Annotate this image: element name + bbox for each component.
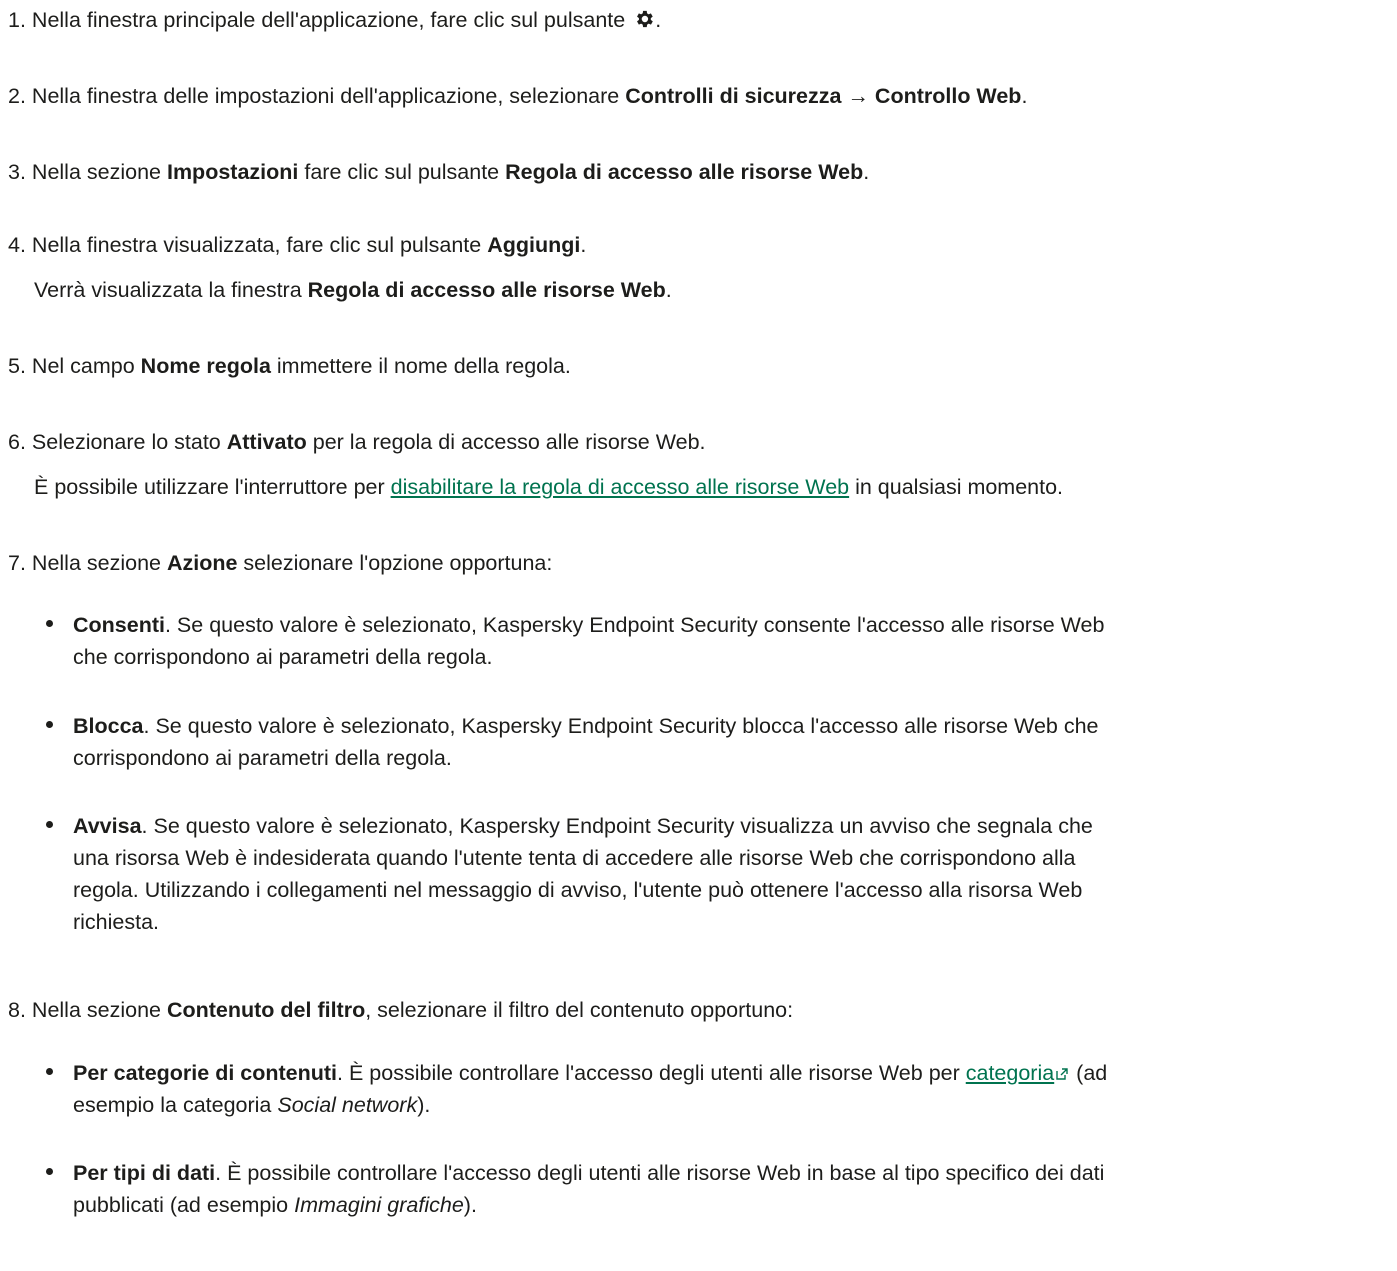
step-1: 1. Nella finestra principale dell'applic… [8, 6, 661, 37]
step-text-after: . [1021, 84, 1028, 108]
list-item-text: regola. Utilizzando i collegamenti nel m… [73, 878, 1083, 902]
option-by-content-category: Per categorie di contenuti [73, 1061, 338, 1085]
step-number: 6. [8, 430, 26, 454]
bullet-icon [46, 620, 53, 627]
step-number: 2. [8, 84, 26, 108]
section-settings: Impostazioni [166, 160, 299, 184]
bullet-icon [46, 721, 53, 728]
list-item-text: corrispondono ai parametri della regola. [73, 746, 452, 770]
step-text-after: . [863, 160, 870, 184]
step-text-after: . [580, 233, 587, 257]
step-number: 8. [8, 998, 26, 1022]
note-text-after: . [665, 278, 672, 302]
list-item-text: (ad [1070, 1061, 1108, 1085]
list-item-text: una risorsa Web è indesiderata quando l'… [73, 846, 1076, 870]
step-text-after: , selezionare il filtro del contenuto op… [365, 998, 794, 1022]
step-7: 7. Nella sezione Azione selezionare l'op… [8, 549, 552, 577]
list-item-text: . Se questo valore è selezionato, Kasper… [143, 714, 1099, 738]
option-block: Blocca [73, 714, 144, 738]
step-text-after: per la regola di accesso alle risorse We… [306, 430, 706, 454]
window-name: Regola di accesso alle risorse Web [307, 278, 666, 302]
list-item-text: che corrispondono ai parametri della reg… [73, 645, 493, 669]
section-action: Azione [166, 551, 238, 575]
gear-icon [633, 8, 655, 37]
bullet-icon [46, 1068, 53, 1075]
bullet-icon [46, 1168, 53, 1175]
rule-name-field-label: Nome regola [140, 354, 271, 378]
step-text: Nella finestra principale dell'applicazi… [31, 8, 626, 32]
status-enabled-label: Attivato [226, 430, 307, 454]
option-by-data-type: Per tipi di dati [73, 1161, 216, 1185]
note-text: È possibile utilizzare l'interruttore pe… [34, 475, 391, 499]
step-4-note: Verrà visualizzata la finestra Regola di… [34, 276, 672, 304]
external-link-icon [1056, 1057, 1068, 1089]
list-item-text: ). [417, 1093, 431, 1117]
list-item-text: . Se questo valore è selezionato, Kasper… [141, 814, 1093, 838]
step-6: 6. Selezionare lo stato Attivato per la … [8, 428, 706, 456]
example-category: Social network [277, 1093, 418, 1117]
step-text: Selezionare lo stato [31, 430, 227, 454]
step-number: 4. [8, 233, 26, 257]
step-3: 3. Nella sezione Impostazioni fare clic … [8, 158, 869, 186]
step-text: Nel campo [31, 354, 141, 378]
step-text: Nella sezione [31, 998, 167, 1022]
list-item-text: ). [463, 1193, 477, 1217]
note-text-after: in qualsiasi momento. [849, 475, 1064, 499]
step-6-note: È possibile utilizzare l'interruttore pe… [34, 473, 1063, 501]
step-text: Nella finestra delle impostazioni dell'a… [31, 84, 626, 108]
menu-path-web-control: Controllo Web [874, 84, 1022, 108]
list-item-text: esempio la categoria [73, 1093, 278, 1117]
step-2: 2. Nella finestra delle impostazioni del… [8, 82, 1027, 110]
step-text: Nella finestra visualizzata, fare clic s… [31, 233, 488, 257]
menu-path-security-controls: Controlli di sicurezza [625, 84, 842, 108]
bullet-icon [46, 821, 53, 828]
section-filter-content: Contenuto del filtro [166, 998, 366, 1022]
disable-rule-link[interactable]: disabilitare la regola di accesso alle r… [391, 475, 850, 499]
step-8: 8. Nella sezione Contenuto del filtro, s… [8, 996, 793, 1024]
category-link[interactable]: categoria [966, 1061, 1054, 1085]
step-text-after: selezionare l'opzione opportuna: [237, 551, 553, 575]
step-text-after: immettere il nome della regola. [270, 354, 571, 378]
note-text: Verrà visualizzata la finestra [34, 278, 308, 302]
step-text-after: . [655, 8, 662, 32]
list-item-text: . È possibile controllare l'accesso degl… [215, 1161, 1105, 1185]
option-warn: Avvisa [73, 814, 142, 838]
list-item-text: . Se questo valore è selezionato, Kasper… [164, 613, 1105, 637]
list-item-text: richiesta. [73, 910, 160, 934]
option-allow: Consenti [73, 613, 165, 637]
web-access-rule-button-label: Regola di accesso alle risorse Web [505, 160, 864, 184]
list-item-text: pubblicati (ad esempio [73, 1193, 295, 1217]
step-number: 1. [8, 8, 26, 32]
step-text: Nella sezione [31, 160, 167, 184]
step-number: 3. [8, 160, 26, 184]
path-arrow: → [841, 84, 875, 108]
step-5: 5. Nel campo Nome regola immettere il no… [8, 352, 571, 380]
step-text-mid: fare clic sul pulsante [298, 160, 506, 184]
add-button-label: Aggiungi [487, 233, 581, 257]
step-text: Nella sezione [31, 551, 167, 575]
list-item-text: . È possibile controllare l'accesso degl… [337, 1061, 966, 1085]
step-number: 7. [8, 551, 26, 575]
step-4: 4. Nella finestra visualizzata, fare cli… [8, 231, 586, 259]
step-number: 5. [8, 354, 26, 378]
example-data-type: Immagini grafiche [294, 1193, 464, 1217]
